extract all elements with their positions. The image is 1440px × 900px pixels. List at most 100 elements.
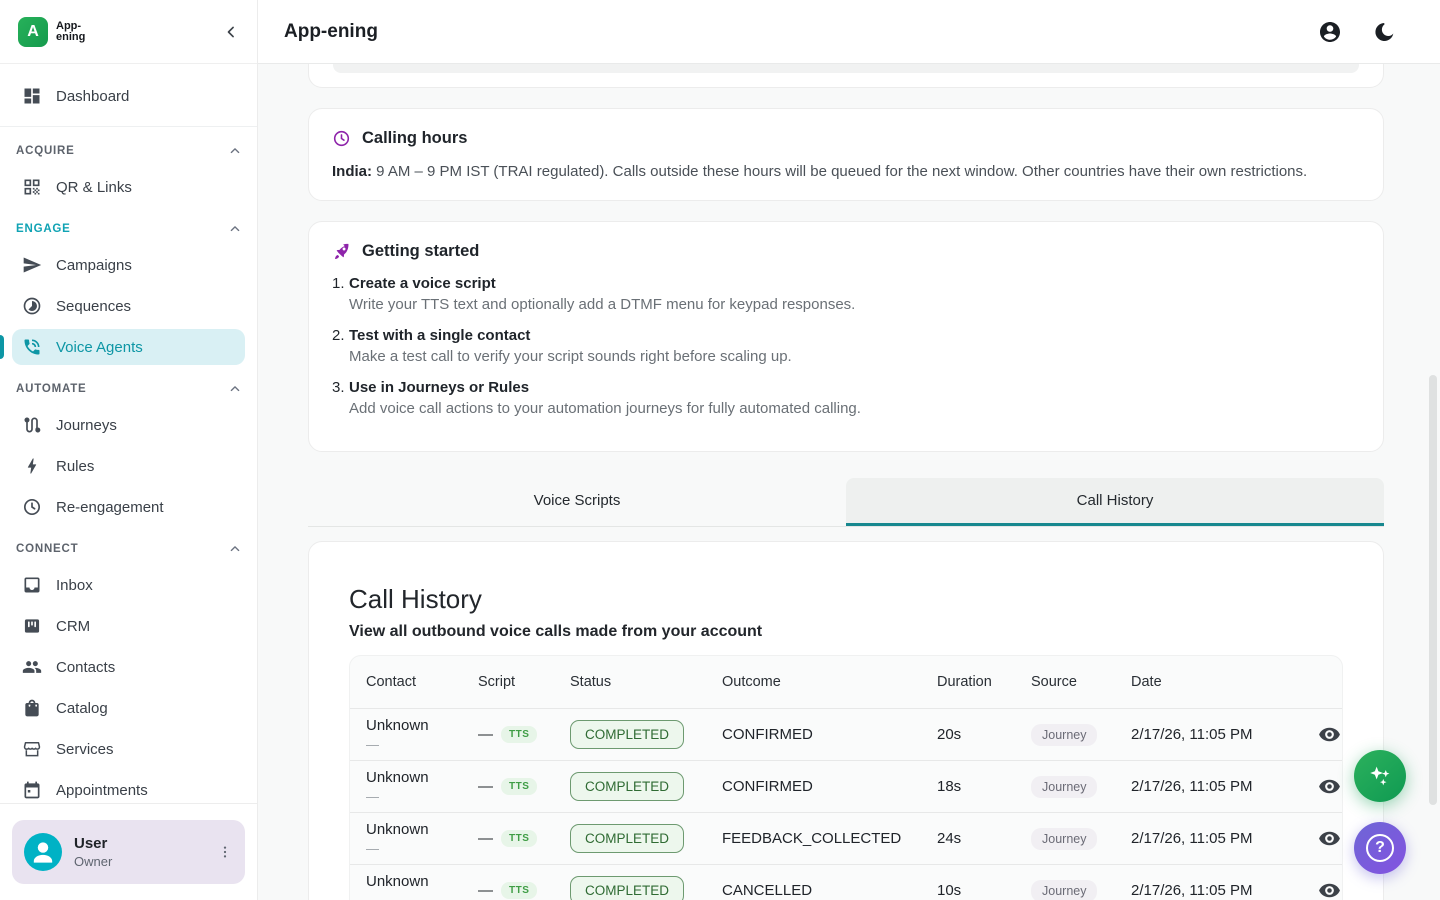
sidebar-item-campaigns[interactable]: Campaigns [12, 247, 245, 283]
column-header-source[interactable]: Source [1031, 674, 1131, 690]
column-header-script[interactable]: Script [478, 674, 570, 690]
user-avatar [24, 833, 62, 871]
table-row: Unknown— —TTS COMPLETED CONFIRMED 18s Jo… [350, 760, 1342, 812]
status-badge: COMPLETED [570, 824, 684, 853]
ai-assistant-button[interactable] [1354, 750, 1406, 802]
app-logo-text: App- ening [56, 21, 85, 43]
scrolled-card-strip [333, 64, 1359, 73]
user-name: User [74, 835, 112, 852]
getting-started-steps: 1.Create a voice script Write your TTS t… [332, 275, 1360, 417]
tab-call-history[interactable]: Call History [846, 478, 1384, 526]
sidebar-item-qr-links[interactable]: QR & Links [12, 169, 245, 205]
script-value: — [478, 882, 493, 899]
eye-icon[interactable] [1317, 878, 1342, 900]
source-badge: Journey [1031, 724, 1097, 746]
account-circle-icon[interactable] [1318, 20, 1342, 44]
sidebar-item-contacts[interactable]: Contacts [12, 649, 245, 685]
duration-value: 18s [937, 778, 1031, 795]
outcome-value: FEEDBACK_COLLECTED [722, 830, 937, 847]
sidebar-item-re-engagement[interactable]: Re-engagement [12, 489, 245, 525]
contact-name: Unknown [366, 873, 478, 890]
status-badge: COMPLETED [570, 720, 684, 749]
qr-code-icon [22, 177, 42, 197]
main-content: Calling hours India: 9 AM – 9 PM IST (TR… [258, 64, 1440, 900]
sidebar-item-rules[interactable]: Rules [12, 448, 245, 484]
top-bar: App-ening [258, 0, 1440, 64]
column-header-duration[interactable]: Duration [937, 674, 1031, 690]
contact-name: Unknown [366, 821, 478, 838]
source-badge: Journey [1031, 776, 1097, 798]
sidebar-item-catalog[interactable]: Catalog [12, 690, 245, 726]
rocket-icon [332, 242, 351, 261]
route-icon [22, 415, 42, 435]
chevron-up-icon[interactable] [227, 143, 243, 159]
divider [0, 126, 257, 127]
outcome-value: CONFIRMED [722, 726, 937, 743]
sidebar-section-acquire[interactable]: ACQUIRE [16, 142, 243, 160]
sidebar-item-sequences[interactable]: Sequences [12, 288, 245, 324]
clock-icon [332, 129, 351, 148]
calling-hours-title: Calling hours [362, 129, 467, 148]
sidebar-item-crm[interactable]: CRM [12, 608, 245, 644]
contact-sub: — [366, 789, 478, 804]
date-value: 2/17/26, 11:05 PM [1131, 778, 1299, 795]
chevron-up-icon[interactable] [227, 541, 243, 557]
date-value: 2/17/26, 11:05 PM [1131, 726, 1299, 743]
sidebar-section-automate[interactable]: AUTOMATE [16, 380, 243, 398]
getting-started-step: 2.Test with a single contact Make a test… [332, 327, 1360, 365]
column-header-date[interactable]: Date [1131, 674, 1299, 690]
sidebar-item-journeys[interactable]: Journeys [12, 407, 245, 443]
phone-in-talk-icon [22, 337, 42, 357]
duration-value: 20s [937, 726, 1031, 743]
chevron-up-icon[interactable] [227, 381, 243, 397]
sparkles-icon [1365, 761, 1395, 791]
sidebar-item-dashboard[interactable]: Dashboard [12, 78, 245, 114]
sidebar-section-connect[interactable]: CONNECT [16, 540, 243, 558]
inbox-icon [22, 575, 42, 595]
getting-started-step: 3.Use in Journeys or Rules Add voice cal… [332, 379, 1360, 417]
scrollbar-thumb[interactable] [1429, 375, 1437, 805]
getting-started-card: Getting started 1.Create a voice script … [308, 221, 1384, 452]
call-history-title: Call History [349, 584, 1343, 615]
question-mark-icon: ? [1366, 834, 1394, 862]
help-button[interactable]: ? [1354, 822, 1406, 874]
duration-value: 10s [937, 882, 1031, 899]
status-badge: COMPLETED [570, 772, 684, 801]
page-title: App-ening [284, 21, 378, 43]
column-header-status[interactable]: Status [570, 674, 722, 690]
sidebar: A App- ening Dashboard ACQUIRE QR & Link… [0, 0, 258, 900]
sidebar-item-voice-agents[interactable]: Voice Agents [12, 329, 245, 365]
table-body: Unknown— —TTS COMPLETED CONFIRMED 20s Jo… [350, 708, 1342, 900]
user-card[interactable]: User Owner [12, 820, 245, 884]
sidebar-item-inbox[interactable]: Inbox [12, 567, 245, 603]
chevron-up-icon[interactable] [227, 221, 243, 237]
user-menu-dots-icon[interactable] [217, 844, 233, 860]
moon-icon[interactable] [1372, 20, 1396, 44]
getting-started-step: 1.Create a voice script Write your TTS t… [332, 275, 1360, 313]
tab-voice-scripts[interactable]: Voice Scripts [308, 478, 846, 526]
column-header-contact[interactable]: Contact [366, 674, 478, 690]
storefront-icon [22, 739, 42, 759]
tts-badge: TTS [501, 778, 537, 795]
eye-icon[interactable] [1317, 722, 1342, 747]
calling-hours-card: Calling hours India: 9 AM – 9 PM IST (TR… [308, 108, 1384, 201]
sidebar-collapse-icon[interactable] [221, 22, 241, 42]
sidebar-logo-row: A App- ening [0, 0, 257, 64]
contact-sub: — [366, 893, 478, 900]
calendar-icon [22, 780, 42, 800]
sidebar-item-services[interactable]: Services [12, 731, 245, 767]
sidebar-section-engage[interactable]: ENGAGE [16, 220, 243, 238]
script-value: — [478, 778, 493, 795]
tab-bar: Voice Scripts Call History [308, 478, 1384, 527]
outcome-value: CANCELLED [722, 882, 937, 899]
source-badge: Journey [1031, 880, 1097, 900]
contact-sub: — [366, 737, 478, 752]
contact-name: Unknown [366, 769, 478, 786]
table-header-row: ContactScriptStatusOutcomeDurationSource… [350, 656, 1342, 708]
contact-sub: — [366, 841, 478, 856]
column-header-outcome[interactable]: Outcome [722, 674, 937, 690]
eye-icon[interactable] [1317, 826, 1342, 851]
eye-icon[interactable] [1317, 774, 1342, 799]
table-row: Unknown— —TTS COMPLETED FEEDBACK_COLLECT… [350, 812, 1342, 864]
script-value: — [478, 830, 493, 847]
